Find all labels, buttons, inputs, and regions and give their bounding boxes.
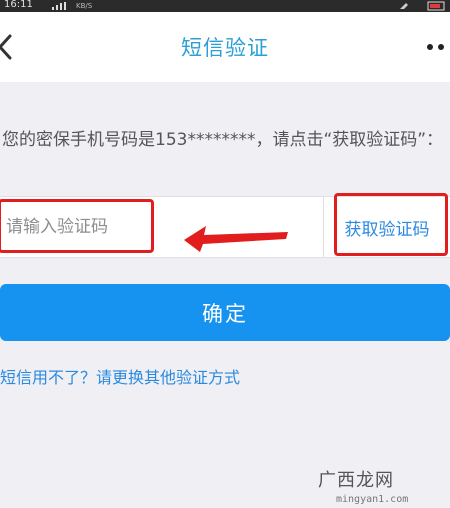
- switch-verification-link[interactable]: 短信用不了？请更换其他验证方式: [0, 364, 240, 388]
- get-code-button[interactable]: 获取验证码: [324, 197, 450, 257]
- confirm-button[interactable]: 确定: [0, 284, 450, 341]
- watermark-logo: 广西龙网: [318, 470, 394, 491]
- annotation-arrow-icon: [184, 226, 288, 252]
- signal-icon: [52, 2, 66, 10]
- more-options-icon[interactable]: [426, 43, 446, 51]
- network-speed: KB/S: [76, 2, 93, 10]
- battery-icon: [400, 1, 445, 11]
- status-time: 16:11: [4, 0, 33, 10]
- phone-hint-text: 您的密保手机号码是153********，请点击“获取验证码”：: [2, 130, 444, 150]
- watermark-url: mingyan1.com: [336, 494, 409, 505]
- nav-bar: 短信验证: [0, 12, 450, 82]
- watermark: 广西龙网 mingyan1.com: [318, 466, 414, 505]
- page-title: 短信验证: [181, 36, 269, 60]
- status-bar: 16:11 KB/S: [0, 0, 450, 12]
